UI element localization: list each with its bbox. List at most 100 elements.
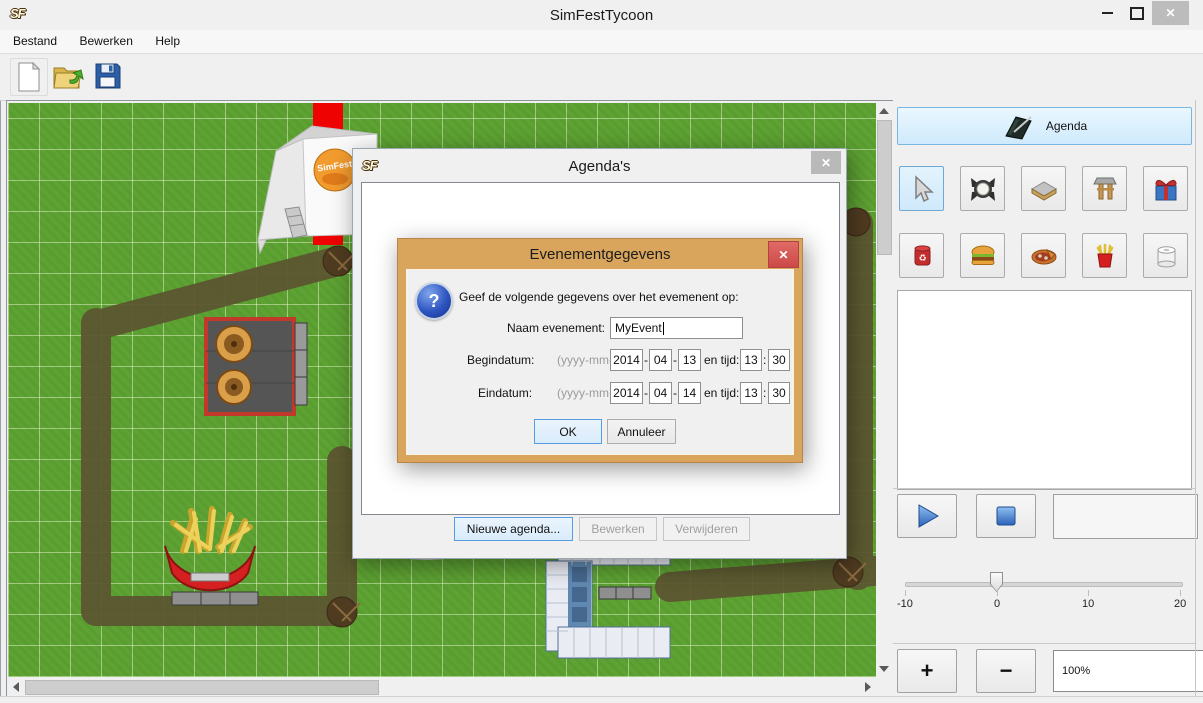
fries-stand[interactable] bbox=[165, 509, 255, 590]
minimize-icon bbox=[1102, 12, 1113, 14]
slider-tick-label: 10 bbox=[1082, 598, 1094, 610]
time-separator: : bbox=[763, 386, 766, 400]
slider-thumb[interactable] bbox=[991, 573, 1002, 591]
save-icon bbox=[94, 61, 122, 91]
slider-tick bbox=[1180, 590, 1181, 596]
burger-stand[interactable] bbox=[206, 319, 294, 414]
edit-agenda-button[interactable]: Bewerken bbox=[579, 517, 657, 541]
slider-track[interactable] bbox=[905, 582, 1183, 587]
new-file-button[interactable] bbox=[10, 58, 48, 96]
end-year-input[interactable]: 2014 bbox=[610, 382, 643, 404]
trash-bin-icon: ♻ bbox=[907, 241, 937, 271]
event-dialog-close-button[interactable]: ✕ bbox=[768, 241, 799, 268]
map-vertical-scrollbar[interactable] bbox=[876, 103, 892, 677]
horizontal-scrollbar-thumb[interactable] bbox=[25, 680, 379, 695]
gift-tool-button[interactable] bbox=[1143, 166, 1188, 211]
svg-text:♻: ♻ bbox=[918, 254, 926, 264]
scroll-up-button[interactable] bbox=[876, 103, 892, 119]
agenda-button[interactable]: Agenda bbox=[897, 107, 1192, 145]
zoom-out-button[interactable]: − bbox=[976, 649, 1036, 693]
scroll-right-icon bbox=[865, 682, 871, 692]
scroll-up-icon bbox=[879, 108, 889, 114]
new-agenda-button[interactable]: Nieuwe agenda... bbox=[454, 517, 573, 541]
burger-tool-button[interactable] bbox=[960, 233, 1005, 278]
vertical-scrollbar-thumb[interactable] bbox=[877, 120, 892, 255]
slider-tick bbox=[905, 590, 906, 596]
gift-icon bbox=[1151, 174, 1181, 204]
end-hour-input[interactable]: 13 bbox=[740, 382, 762, 404]
open-file-button[interactable] bbox=[50, 58, 86, 94]
bench[interactable] bbox=[172, 592, 258, 605]
event-name-input[interactable]: MyEvent bbox=[610, 317, 743, 339]
scroll-down-icon bbox=[879, 666, 889, 672]
delete-agenda-button[interactable]: Verwijderen bbox=[663, 517, 750, 541]
slider-tick bbox=[1088, 590, 1089, 596]
end-day-input[interactable]: 14 bbox=[678, 382, 701, 404]
select-tool-button[interactable] bbox=[899, 166, 944, 211]
road-tile-tool-button[interactable] bbox=[1021, 166, 1066, 211]
play-button[interactable] bbox=[897, 494, 957, 538]
tent-logo: SimFest bbox=[314, 149, 356, 191]
scroll-left-button[interactable] bbox=[8, 679, 24, 695]
end-time-label: en tijd: bbox=[704, 386, 739, 400]
plus-icon: + bbox=[921, 660, 934, 682]
zoom-in-button[interactable]: + bbox=[897, 649, 957, 693]
new-document-icon bbox=[15, 62, 43, 92]
map-horizontal-scrollbar[interactable] bbox=[8, 679, 876, 695]
scroll-down-button[interactable] bbox=[876, 661, 892, 677]
begin-minute-input[interactable]: 30 bbox=[768, 349, 790, 371]
agenda-dialog-title: Agenda's bbox=[353, 158, 846, 175]
play-icon bbox=[913, 502, 941, 530]
bench[interactable] bbox=[599, 587, 651, 599]
begin-time-label: en tijd: bbox=[704, 353, 739, 367]
end-month-input[interactable]: 04 bbox=[649, 382, 672, 404]
cursor-icon bbox=[907, 174, 937, 204]
pizza-tool-button[interactable] bbox=[1021, 233, 1066, 278]
toilet-paper-tool-button[interactable] bbox=[1143, 233, 1188, 278]
menu-bestand[interactable]: Bestand bbox=[4, 30, 66, 52]
fries-tool-button[interactable] bbox=[1082, 233, 1127, 278]
trash-bin-tool-button[interactable]: ♻ bbox=[899, 233, 944, 278]
cancel-button[interactable]: Annuleer bbox=[607, 419, 676, 444]
save-file-button[interactable] bbox=[90, 58, 126, 94]
main-toolbar bbox=[0, 54, 1203, 101]
spotlight-icon bbox=[968, 174, 998, 204]
begin-date-label: Begindatum: bbox=[467, 353, 534, 367]
minimize-button[interactable] bbox=[1092, 0, 1122, 26]
bench[interactable] bbox=[295, 323, 307, 405]
event-dialog: Evenementgegevens ✕ ? Geef de volgende g… bbox=[397, 238, 803, 463]
menu-help[interactable]: Help bbox=[146, 30, 189, 52]
speed-slider[interactable]: -10 0 10 20 bbox=[897, 560, 1195, 620]
end-minute-input[interactable]: 30 bbox=[768, 382, 790, 404]
open-folder-icon bbox=[52, 61, 84, 91]
ok-button[interactable]: OK bbox=[534, 419, 602, 444]
menu-bewerken[interactable]: Bewerken bbox=[71, 30, 142, 52]
date-separator: - bbox=[644, 353, 648, 367]
sidebar-separator bbox=[893, 488, 1195, 489]
event-name-value: MyEvent bbox=[615, 321, 662, 335]
begin-day-input[interactable]: 13 bbox=[678, 349, 701, 371]
begin-hour-input[interactable]: 13 bbox=[740, 349, 762, 371]
slider-tick-label: 20 bbox=[1174, 598, 1186, 610]
agenda-button-label: Agenda bbox=[1046, 119, 1087, 133]
gate-tool-button[interactable] bbox=[1082, 166, 1127, 211]
begin-month-input[interactable]: 04 bbox=[649, 349, 672, 371]
begin-year-input[interactable]: 2014 bbox=[610, 349, 643, 371]
gate-icon bbox=[1090, 174, 1120, 204]
spotlight-tool-button[interactable] bbox=[960, 166, 1005, 211]
event-dialog-content: ? Geef de volgende gegevens over het eve… bbox=[406, 269, 794, 455]
scroll-right-button[interactable] bbox=[860, 679, 876, 695]
toilet-block[interactable] bbox=[546, 544, 670, 658]
stop-icon bbox=[992, 502, 1020, 530]
time-separator: : bbox=[763, 353, 766, 367]
stop-button[interactable] bbox=[976, 494, 1036, 538]
agenda-list-panel[interactable] bbox=[897, 290, 1192, 490]
agenda-dialog-close-button[interactable]: ✕ bbox=[811, 151, 841, 174]
date-separator: - bbox=[673, 353, 677, 367]
text-caret bbox=[663, 322, 664, 335]
zoom-level-field[interactable]: 100% bbox=[1053, 650, 1203, 692]
maximize-button[interactable] bbox=[1122, 0, 1152, 26]
road-tile-icon bbox=[1029, 174, 1059, 204]
close-button[interactable]: ✕ bbox=[1152, 1, 1189, 25]
question-icon: ? bbox=[415, 282, 453, 320]
